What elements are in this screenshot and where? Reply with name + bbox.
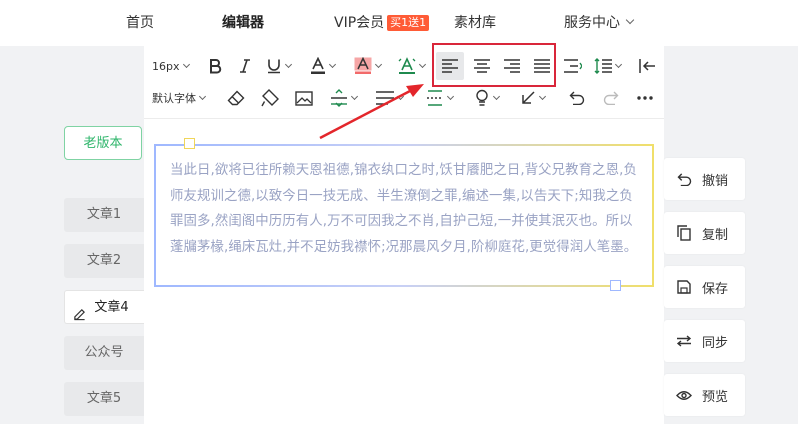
- nav-materials[interactable]: 素材库: [454, 0, 496, 46]
- article-item-4-active[interactable]: 文章4: [64, 290, 144, 324]
- nav-vip[interactable]: VIP会员 买1送1: [334, 0, 430, 46]
- edit-pen-icon: [73, 301, 86, 335]
- highlight-color-button[interactable]: [354, 54, 383, 78]
- copy-button[interactable]: 复制: [664, 212, 745, 254]
- bold-icon: [210, 59, 222, 74]
- chevron-down-icon: [328, 60, 337, 69]
- chevron-down-icon: [625, 15, 635, 25]
- font-family-select[interactable]: 默认字体: [152, 86, 207, 110]
- eraser-icon: [227, 90, 245, 106]
- font-color-button[interactable]: [310, 54, 337, 78]
- background-color-icon: [354, 57, 372, 74]
- paragraph-spacing-icon: [331, 89, 347, 107]
- format-painter-button[interactable]: [260, 86, 280, 110]
- undo-toolbar-button[interactable]: [568, 86, 586, 110]
- chevron-down-icon: [396, 92, 405, 101]
- bottom-right-square-decoration: [610, 280, 621, 291]
- chevron-down-icon: [538, 92, 547, 101]
- indent-icon: [564, 59, 582, 73]
- formatting-toolbar: 16px 默认字体: [144, 43, 664, 119]
- clear-format-button[interactable]: [226, 86, 246, 110]
- image-icon: [295, 90, 313, 106]
- chevron-down-icon: [284, 60, 293, 69]
- font-size-select[interactable]: 16px: [152, 54, 190, 78]
- redo-icon: [603, 91, 619, 105]
- article-item-label: 文章4: [94, 300, 129, 315]
- line-height-button[interactable]: [594, 54, 623, 78]
- more-dots-icon: [637, 96, 653, 100]
- preview-button[interactable]: 预览: [664, 374, 745, 416]
- text-effect-button[interactable]: [398, 54, 427, 78]
- paragraph-spacing-button[interactable]: [330, 86, 359, 110]
- article-item-2[interactable]: 文章2: [64, 244, 144, 278]
- redo-toolbar-button[interactable]: [602, 86, 620, 110]
- sync-button[interactable]: 同步: [664, 320, 745, 362]
- article-item-5[interactable]: 文章5: [64, 382, 144, 416]
- editor-panel: 16px 默认字体 当此日,欲将已往所赖天恩祖德,锦衣纨口之时,饫甘餍肥之日,背…: [144, 43, 664, 424]
- list-style-button[interactable]: [376, 86, 405, 110]
- font-color-icon: [311, 57, 325, 74]
- bold-button[interactable]: [206, 54, 224, 78]
- article-item-official-account[interactable]: 公众号: [64, 336, 144, 370]
- copy-label: 复制: [702, 227, 729, 243]
- preview-label: 预览: [702, 389, 729, 405]
- copy-icon: [676, 225, 692, 241]
- undo-icon: [676, 171, 692, 187]
- line-height-icon: [594, 58, 612, 74]
- italic-button[interactable]: [236, 54, 254, 78]
- save-button[interactable]: 保存: [664, 266, 745, 308]
- article-item-1[interactable]: 文章1: [64, 198, 144, 232]
- chevron-down-icon: [446, 92, 455, 101]
- old-version-button[interactable]: 老版本: [64, 126, 142, 160]
- chevron-down-icon: [614, 60, 623, 69]
- save-label: 保存: [702, 281, 729, 297]
- nav-service-label: 服务中心: [564, 15, 620, 31]
- text-effect-icon: [398, 57, 416, 74]
- align-group-highlight: [432, 43, 556, 87]
- divider-icon: [427, 90, 443, 106]
- article-body-text[interactable]: 当此日,欲将已往所赖天恩祖德,锦衣纨口之时,饫甘餍肥之日,背父兄教育之恩,负师友…: [170, 158, 638, 260]
- content-block[interactable]: 当此日,欲将已往所赖天恩祖德,锦衣纨口之时,饫甘餍肥之日,背父兄教育之恩,负师友…: [154, 144, 654, 287]
- chevron-down-icon: [492, 92, 501, 101]
- undo-button[interactable]: 撤销: [664, 158, 745, 200]
- nav-vip-label: VIP会员: [334, 15, 385, 31]
- font-family-value: 默认字体: [152, 92, 196, 105]
- underline-button[interactable]: [266, 54, 293, 78]
- nav-editor[interactable]: 编辑器: [222, 0, 264, 46]
- lightbulb-icon: [476, 89, 488, 106]
- chevron-down-icon: [198, 92, 207, 101]
- undo-icon: [569, 91, 585, 105]
- sync-label: 同步: [702, 335, 729, 351]
- arrow-insert-button[interactable]: [520, 86, 547, 110]
- sync-arrows-icon: [676, 333, 692, 349]
- italic-icon: [240, 59, 250, 73]
- nav-home[interactable]: 首页: [126, 0, 154, 46]
- format-painter-icon: [261, 89, 279, 107]
- top-navigation: 首页 编辑器 VIP会员 买1送1 素材库 服务中心: [0, 0, 798, 46]
- arrow-down-left-icon: [522, 91, 535, 104]
- nav-service-center[interactable]: 服务中心: [564, 0, 635, 46]
- insert-image-button[interactable]: [294, 86, 314, 110]
- vip-promo-badge: 买1送1: [387, 15, 430, 31]
- chevron-down-icon: [350, 92, 359, 101]
- font-size-value: 16px: [152, 59, 180, 73]
- divider-button[interactable]: [426, 86, 455, 110]
- tips-button[interactable]: [474, 86, 501, 110]
- indent-button[interactable]: [564, 54, 582, 78]
- top-left-square-decoration: [184, 138, 195, 149]
- chevron-down-icon: [182, 60, 190, 69]
- right-action-panel: 撤销 复制 保存 同步 预览: [664, 46, 798, 424]
- eye-icon: [676, 387, 692, 403]
- underline-icon: [268, 59, 280, 74]
- exit-button[interactable]: [638, 54, 656, 78]
- chevron-down-icon: [374, 60, 383, 69]
- more-options-button[interactable]: [636, 86, 654, 110]
- chevron-down-icon: [418, 60, 427, 69]
- list-icon: [376, 91, 394, 105]
- undo-label: 撤销: [702, 173, 729, 189]
- save-icon: [676, 279, 692, 295]
- exit-icon: [638, 59, 655, 73]
